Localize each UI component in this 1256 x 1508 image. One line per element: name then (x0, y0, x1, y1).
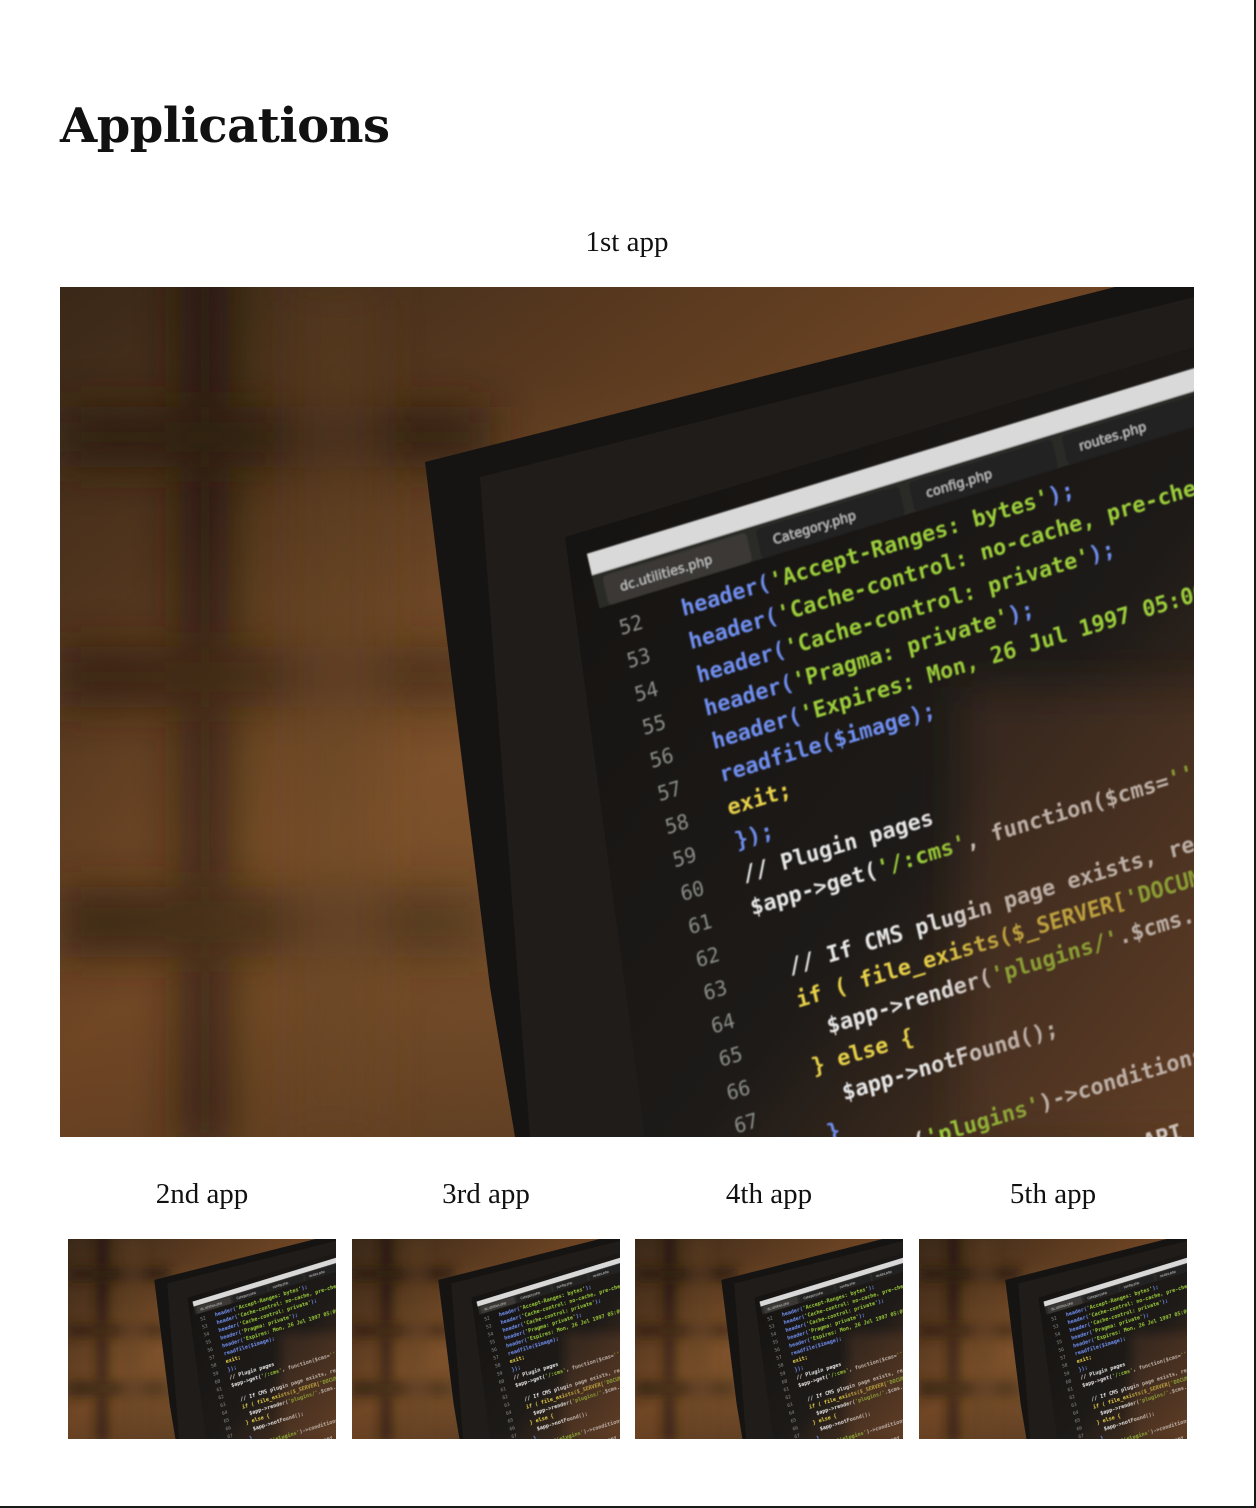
app-image-2[interactable]: dc.utilities.php Category.php config.php ro… (68, 1239, 336, 1439)
app-caption-5: 5th app (1009, 1178, 1097, 1210)
app-caption-2: 2nd app (155, 1178, 249, 1210)
app-image-3[interactable]: dc.utilities.php Category.php config.php ro… (352, 1239, 620, 1439)
code-photo-thumb: dc.utilities.phpCategory.phpconfig.phpro… (352, 1239, 620, 1439)
code-photo-thumb: dc.utilities.phpCategory.phpconfig.phpro… (635, 1239, 903, 1439)
app-image-5[interactable]: dc.utilities.php Category.php config.php ro… (919, 1239, 1187, 1439)
app-caption-3: 3rd app (442, 1178, 530, 1210)
app-caption-4: 4th app (725, 1178, 813, 1210)
code-photo-main: dc.utilities.phpCategory.phpconfig.phpro… (60, 287, 1194, 1137)
code-photo-thumb: dc.utilities.phpCategory.phpconfig.phpro… (919, 1239, 1187, 1439)
app-image-4[interactable]: dc.utilities.php Category.php config.php ro… (635, 1239, 903, 1439)
page-title: Applications (60, 98, 390, 154)
app-caption-1: 1st app (585, 226, 669, 258)
code-photo-thumb: dc.utilities.phpCategory.phpconfig.phpro… (68, 1239, 336, 1439)
app-image-1[interactable]: dc.utilities.php Category.php config.php ro… (60, 287, 1194, 1137)
